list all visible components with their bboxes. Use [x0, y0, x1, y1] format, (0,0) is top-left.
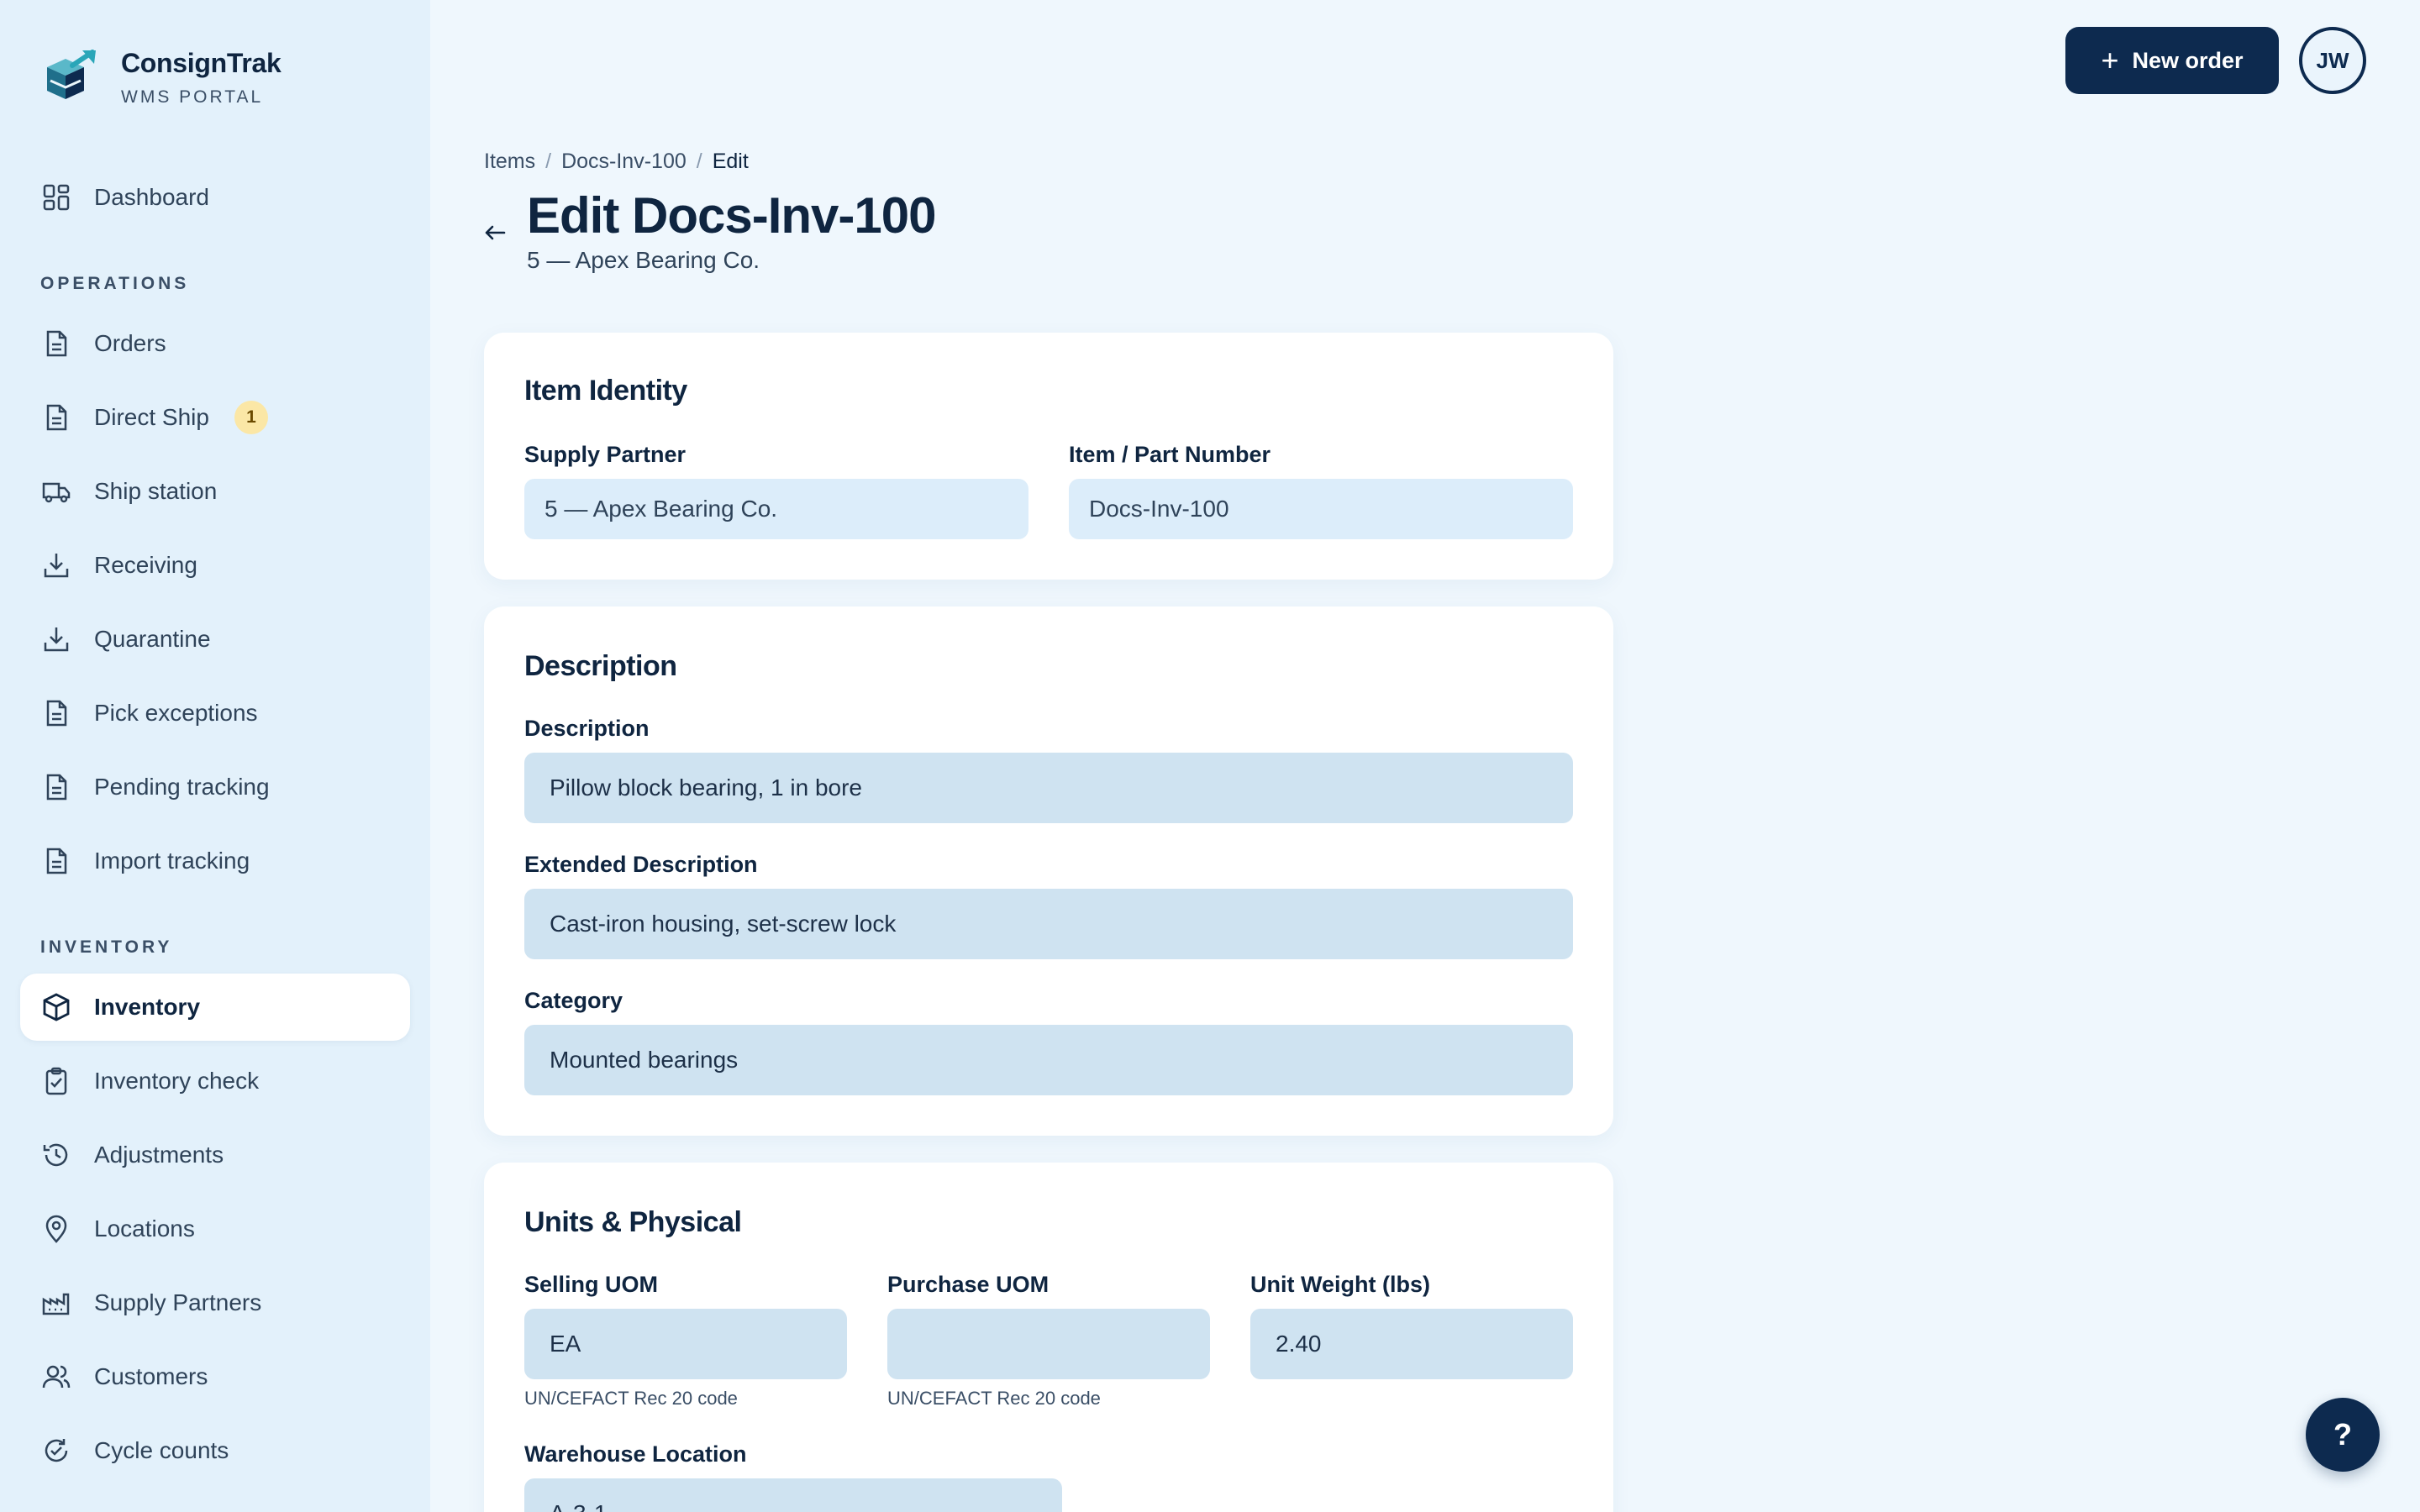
sidebar-item-inventory[interactable]: Inventory [20, 974, 410, 1041]
sidebar-item-label: Direct Ship [94, 404, 209, 430]
units-physical-card: Units & Physical Selling UOM EA UN/CEFAC… [484, 1163, 1613, 1512]
supply-partner-label: Supply Partner [524, 442, 687, 467]
sidebar-item-pending-tracking[interactable]: Pending tracking [20, 753, 410, 821]
document-icon [40, 697, 72, 729]
sidebar-item-pick-exceptions[interactable]: Pick exceptions [20, 680, 410, 747]
sidebar-item-label: Orders [94, 330, 166, 356]
breadcrumb-items-link[interactable]: Items [484, 150, 535, 174]
new-order-button[interactable]: + New order [2065, 27, 2279, 94]
card-title: Description [524, 650, 677, 682]
new-order-label: New order [2132, 47, 2244, 73]
purchase-uom-input[interactable] [887, 1309, 1210, 1379]
sidebar-item-label: Customers [94, 1363, 208, 1389]
category-label: Category [524, 988, 623, 1013]
sidebar-item-orders[interactable]: Orders [20, 310, 410, 377]
selling-uom-label: Selling UOM [524, 1272, 659, 1297]
selling-uom-input[interactable]: EA [524, 1309, 847, 1379]
clipboard-check-icon [40, 1065, 72, 1097]
download-icon [40, 549, 72, 581]
extended-description-input[interactable]: Cast-iron housing, set-screw lock [524, 889, 1573, 959]
page-subtitle: 5 — Apex Bearing Co. [527, 247, 760, 273]
sidebar-item-label: Cycle counts [94, 1437, 229, 1463]
sidebar-item-dashboard[interactable]: Dashboard [20, 164, 410, 231]
back-arrow-icon[interactable] [482, 220, 508, 245]
sidebar-item-label: Pending tracking [94, 774, 270, 800]
brand[interactable]: ConsignTrak WMS PORTAL [40, 47, 281, 108]
breadcrumb: Items / Docs-Inv-100 / Edit [484, 150, 749, 174]
sidebar-item-adjustments[interactable]: Adjustments [20, 1121, 410, 1189]
truck-icon [40, 475, 72, 507]
logo-icon [47, 50, 96, 99]
category-input[interactable]: Mounted bearings [524, 1025, 1573, 1095]
avatar[interactable]: JW [2299, 27, 2366, 94]
breadcrumb-item-link[interactable]: Docs-Inv-100 [561, 150, 687, 174]
help-button[interactable]: ? [2306, 1398, 2380, 1472]
breadcrumb-separator: / [545, 150, 552, 173]
breadcrumb-current: Edit [712, 150, 749, 173]
breadcrumb-separator: / [696, 150, 702, 173]
warehouse-location-input[interactable]: A-3-1 [524, 1478, 1062, 1512]
page-title: Edit Docs-Inv-100 [527, 187, 936, 244]
sidebar-item-customers[interactable]: Customers [20, 1343, 410, 1410]
purchase-uom-hint: UN/CEFACT Rec 20 code [887, 1388, 1101, 1409]
sidebar-item-label: Quarantine [94, 626, 211, 652]
sidebar-item-label: Supply Partners [94, 1289, 262, 1315]
sidebar-item-label: Receiving [94, 552, 197, 578]
part-number-label: Item / Part Number [1069, 442, 1271, 467]
map-pin-icon [40, 1213, 72, 1245]
count-badge: 1 [234, 401, 268, 434]
sidebar-item-label: Inventory check [94, 1068, 260, 1094]
warehouse-location-label: Warehouse Location [524, 1441, 747, 1467]
unit-weight-label: Unit Weight (lbs) [1250, 1272, 1430, 1297]
sidebar-item-direct-ship[interactable]: Direct Ship 1 [20, 384, 410, 451]
sidebar-item-label: Adjustments [94, 1142, 224, 1168]
extended-description-label: Extended Description [524, 852, 758, 877]
document-icon [40, 845, 72, 877]
box-icon [40, 991, 72, 1023]
sidebar-item-label: Import tracking [94, 848, 250, 874]
sidebar-item-label: Locations [94, 1215, 195, 1242]
sidebar-item-import-tracking[interactable]: Import tracking [20, 827, 410, 895]
document-icon [40, 771, 72, 803]
brand-name: ConsignTrak [121, 47, 281, 78]
sidebar-item-receiving[interactable]: Receiving [20, 532, 410, 599]
description-label: Description [524, 716, 650, 741]
supply-partner-field: 5 — Apex Bearing Co. [524, 479, 1028, 539]
plus-icon: + [2101, 43, 2119, 77]
sidebar: ConsignTrak WMS PORTAL Dashboard OPERATI… [0, 0, 430, 1512]
sidebar-item-label: Inventory [94, 994, 201, 1020]
sidebar-item-supply-partners[interactable]: Supply Partners [20, 1269, 410, 1336]
part-number-field: Docs-Inv-100 [1069, 479, 1573, 539]
card-title: Item Identity [524, 375, 687, 407]
description-card: Description Description Pillow block bea… [484, 606, 1613, 1136]
history-icon [40, 1139, 72, 1171]
factory-icon [40, 1287, 72, 1319]
sidebar-item-cycle-counts[interactable]: Cycle counts [20, 1417, 410, 1484]
purchase-uom-label: Purchase UOM [887, 1272, 1050, 1297]
description-input[interactable]: Pillow block bearing, 1 in bore [524, 753, 1573, 823]
sidebar-item-inventory-check[interactable]: Inventory check [20, 1047, 410, 1115]
document-icon [40, 402, 72, 433]
section-operations: OPERATIONS [40, 274, 190, 293]
card-title: Units & Physical [524, 1206, 742, 1238]
sidebar-item-label: Dashboard [94, 184, 209, 210]
brand-subtitle: WMS PORTAL [121, 87, 264, 107]
unit-weight-input[interactable]: 2.40 [1250, 1309, 1573, 1379]
sidebar-item-locations[interactable]: Locations [20, 1195, 410, 1263]
sidebar-item-label: Ship station [94, 478, 218, 504]
users-icon [40, 1361, 72, 1393]
sidebar-item-quarantine[interactable]: Quarantine [20, 606, 410, 673]
refresh-check-icon [40, 1435, 72, 1467]
dashboard-icon [40, 181, 72, 213]
item-identity-card: Item Identity Supply Partner 5 — Apex Be… [484, 333, 1613, 580]
sidebar-item-ship-station[interactable]: Ship station [20, 458, 410, 525]
selling-uom-hint: UN/CEFACT Rec 20 code [524, 1388, 738, 1409]
document-icon [40, 328, 72, 360]
sidebar-item-label: Pick exceptions [94, 700, 258, 726]
section-inventory: INVENTORY [40, 937, 173, 957]
download-icon [40, 623, 72, 655]
